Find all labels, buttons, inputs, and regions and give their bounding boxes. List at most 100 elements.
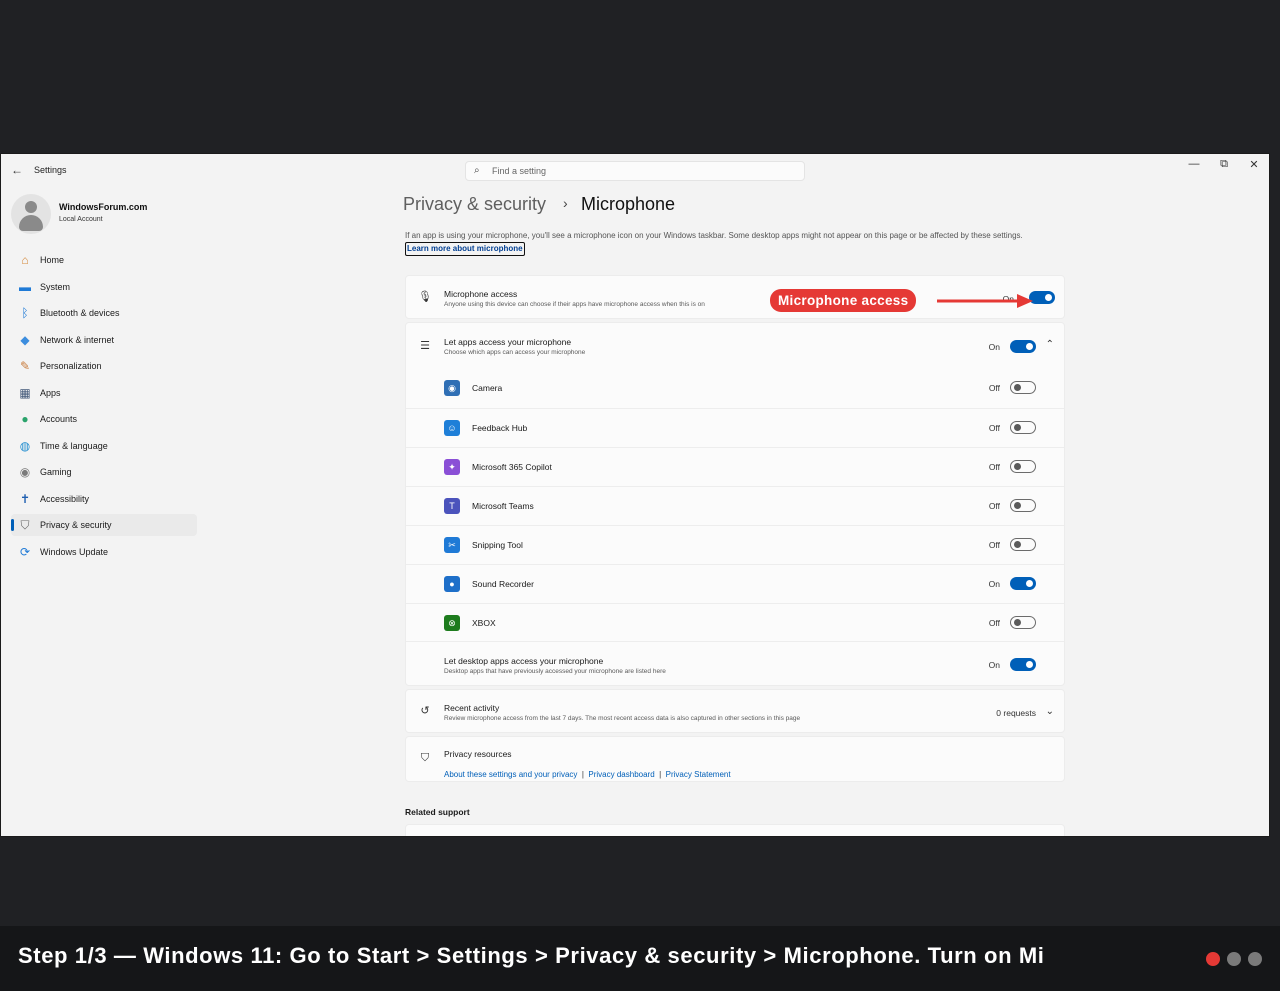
search-box[interactable]: ⌕ Find a setting bbox=[465, 161, 805, 181]
intro-description: If an app is using your microphone, you'… bbox=[405, 231, 1023, 240]
user-profile[interactable]: WindowsForum.com Local Account bbox=[11, 194, 201, 234]
minimize-icon[interactable]: — bbox=[1185, 158, 1203, 170]
caption-bar: Step 1/3 — Windows 11: Go to Start > Set… bbox=[0, 926, 1280, 991]
app-row-sound-recorder[interactable]: ● Sound Recorder On bbox=[406, 564, 1064, 603]
desktop-apps-title: Let desktop apps access your microphone bbox=[444, 656, 604, 666]
sidebar-item-label: Accessibility bbox=[40, 493, 90, 504]
app-name: XBOX bbox=[472, 618, 496, 628]
desktop-apps-state: On bbox=[988, 660, 1000, 670]
breadcrumb-chevron-icon: › bbox=[563, 195, 568, 211]
system-icon: ▬ bbox=[19, 279, 31, 294]
copilot-icon: ✦ bbox=[444, 459, 460, 475]
sidebar-item-accounts[interactable]: ● Accounts bbox=[11, 408, 197, 430]
privacy-resources-title: Privacy resources bbox=[444, 749, 512, 759]
list-icon: ☰ bbox=[420, 340, 430, 352]
about-settings-link[interactable]: About these settings and your privacy bbox=[444, 770, 577, 779]
learn-more-link[interactable]: Learn more about microphone bbox=[405, 242, 525, 256]
app-row-camera[interactable]: ◉ Camera Off bbox=[406, 369, 1064, 408]
app-toggle[interactable] bbox=[1010, 499, 1036, 512]
chevron-down-icon[interactable]: ⌄ bbox=[1046, 706, 1054, 717]
step-dot-2[interactable] bbox=[1227, 952, 1241, 966]
sidebar-item-label: System bbox=[40, 281, 71, 292]
sidebar-item-label: Time & language bbox=[40, 440, 108, 451]
sidebar-item-label: Bluetooth & devices bbox=[40, 308, 120, 318]
search-icon: ⌕ bbox=[474, 165, 480, 176]
xbox-icon: ⊗ bbox=[444, 615, 460, 631]
sidebar-item-gaming[interactable]: ◉ Gaming bbox=[11, 461, 197, 483]
app-name: Feedback Hub bbox=[472, 423, 528, 433]
sidebar-item-personalization[interactable]: ✎ Personalization bbox=[11, 355, 197, 377]
sidebar-item-label: Home bbox=[40, 255, 65, 265]
recent-activity-title: Recent activity bbox=[444, 703, 500, 713]
profile-name: WindowsForum.com bbox=[59, 202, 148, 212]
app-toggle[interactable] bbox=[1010, 538, 1036, 551]
app-row-feedback-hub[interactable]: ☺ Feedback Hub Off bbox=[406, 408, 1064, 447]
privacy-resources-row: ⛉ Privacy resources About these settings… bbox=[406, 737, 1064, 783]
app-toggle[interactable] bbox=[1010, 421, 1036, 434]
let-apps-row[interactable]: ☰ Let apps access your microphone Choose… bbox=[406, 323, 1064, 369]
sidebar-item-windows-update[interactable]: ⟳ Windows Update bbox=[11, 541, 197, 563]
annotation-callout: Microphone access bbox=[770, 289, 917, 312]
home-icon: ⌂ bbox=[21, 253, 29, 267]
app-toggle[interactable] bbox=[1010, 381, 1036, 394]
title-bar: ← Settings ⌕ Find a setting — ⧉ ✕ bbox=[1, 154, 1269, 186]
app-state: Off bbox=[988, 540, 1000, 550]
recent-activity-row[interactable]: ↺ Recent activity Review microphone acce… bbox=[406, 690, 1064, 734]
breadcrumb-parent[interactable]: Privacy & security bbox=[403, 194, 546, 215]
app-toggle[interactable] bbox=[1010, 616, 1036, 629]
avatar bbox=[11, 194, 51, 234]
privacy-dashboard-link[interactable]: Privacy dashboard bbox=[588, 770, 654, 779]
step-dot-3[interactable] bbox=[1248, 952, 1262, 966]
desktop-apps-row[interactable]: Let desktop apps access your microphone … bbox=[406, 641, 1064, 687]
related-support-card bbox=[405, 824, 1065, 836]
recent-activity-card: ↺ Recent activity Review microphone acce… bbox=[405, 689, 1065, 733]
app-row-microsoft-365-copilot[interactable]: ✦ Microsoft 365 Copilot Off bbox=[406, 447, 1064, 486]
sidebar-item-home[interactable]: ⌂ Home bbox=[11, 249, 197, 271]
chevron-up-icon[interactable]: ⌃ bbox=[1046, 339, 1054, 350]
sidebar-item-label: Windows Update bbox=[40, 546, 109, 557]
sidebar-item-system[interactable]: ▬ System bbox=[11, 276, 197, 298]
sidebar-item-accessibility[interactable]: ✝ Accessibility bbox=[11, 488, 197, 510]
app-name: Microsoft Teams bbox=[472, 501, 534, 511]
app-toggle[interactable] bbox=[1010, 577, 1036, 590]
intro-text: If an app is using your microphone, you'… bbox=[405, 230, 1075, 256]
teams-icon: T bbox=[444, 498, 460, 514]
gamepad-icon: ◉ bbox=[19, 465, 31, 479]
active-indicator bbox=[11, 519, 14, 531]
close-icon[interactable]: ✕ bbox=[1245, 158, 1263, 171]
desktop-apps-toggle[interactable] bbox=[1010, 658, 1036, 671]
app-state: Off bbox=[988, 383, 1000, 393]
let-apps-card: ☰ Let apps access your microphone Choose… bbox=[405, 322, 1065, 686]
search-input[interactable]: Find a setting bbox=[492, 166, 546, 176]
app-row-microsoft-teams[interactable]: T Microsoft Teams Off bbox=[406, 486, 1064, 525]
sidebar-item-label: Personalization bbox=[40, 361, 102, 371]
sidebar-item-bluetooth-devices[interactable]: ᛒ Bluetooth & devices bbox=[11, 302, 197, 324]
privacy-resources-card: ⛉ Privacy resources About these settings… bbox=[405, 736, 1065, 782]
step-dot-1[interactable] bbox=[1206, 952, 1220, 966]
window-edge bbox=[1270, 153, 1280, 837]
app-row-snipping-tool[interactable]: ✂ Snipping Tool Off bbox=[406, 525, 1064, 564]
sidebar-item-privacy-security[interactable]: ⛉ Privacy & security bbox=[11, 514, 197, 536]
brush-icon: ✎ bbox=[19, 359, 31, 373]
camera-icon: ◉ bbox=[444, 380, 460, 396]
app-name: Microsoft 365 Copilot bbox=[472, 462, 552, 472]
app-row-xbox[interactable]: ⊗ XBOX Off bbox=[406, 603, 1064, 642]
settings-window: ← Settings ⌕ Find a setting — ⧉ ✕ Window… bbox=[0, 153, 1270, 837]
sidebar-item-label: Privacy & security bbox=[40, 520, 112, 530]
sidebar-item-time-language[interactable]: ◍ Time & language bbox=[11, 435, 197, 457]
privacy-statement-link[interactable]: Privacy Statement bbox=[666, 770, 731, 779]
shield-icon: ⛉ bbox=[20, 518, 30, 532]
bluetooth-icon: ᛒ bbox=[21, 306, 29, 320]
app-name: Sound Recorder bbox=[472, 579, 534, 589]
maximize-icon[interactable]: ⧉ bbox=[1215, 158, 1233, 171]
app-toggle[interactable] bbox=[1010, 460, 1036, 473]
sidebar-item-network-internet[interactable]: ◆ Network & internet bbox=[11, 329, 197, 351]
back-arrow-icon[interactable]: ← bbox=[11, 163, 25, 177]
sidebar-item-label: Gaming bbox=[40, 467, 72, 477]
accounts-icon: ● bbox=[21, 412, 29, 426]
sidebar-item-apps[interactable]: ▦ Apps bbox=[11, 382, 197, 404]
shield-outline-icon: ⛉ bbox=[420, 752, 430, 764]
let-apps-toggle[interactable] bbox=[1010, 340, 1036, 353]
history-icon: ↺ bbox=[420, 705, 430, 717]
sidebar-item-label: Network & internet bbox=[40, 334, 115, 345]
